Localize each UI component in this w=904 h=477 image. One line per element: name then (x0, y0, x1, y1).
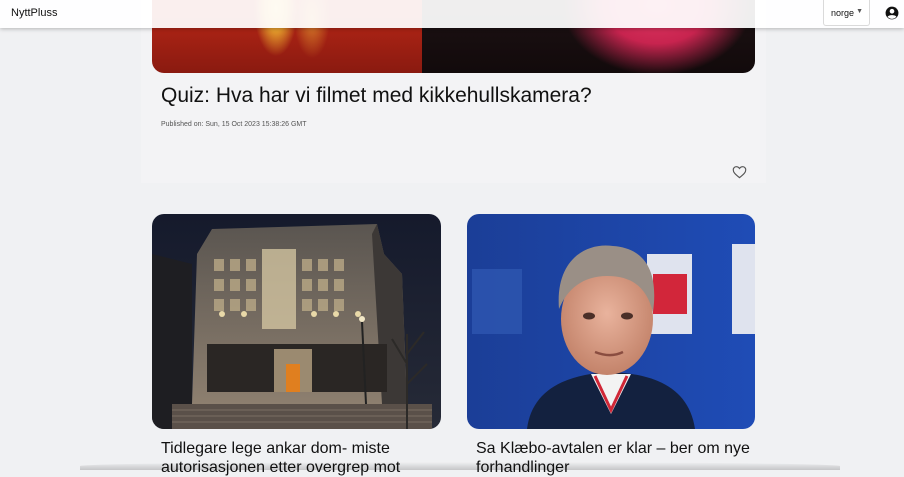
article-image-courthouse[interactable] (152, 214, 441, 429)
brand-logo[interactable]: NyttPluss (11, 7, 57, 19)
article-title[interactable]: Sa Klæbo-avtalen er klar – ber om nye fo… (476, 439, 756, 477)
hero-published-date: Published on: Sun, 15 Oct 2023 15:38:26 … (161, 121, 307, 128)
article-image-portrait[interactable] (467, 214, 755, 429)
courthouse-photo (152, 214, 441, 429)
bottom-shadow (80, 462, 840, 470)
top-bar: NyttPluss norge ▼ (0, 0, 904, 28)
region-select[interactable]: norge ▼ (823, 0, 870, 26)
account-circle-icon[interactable] (885, 6, 899, 20)
region-select-value: norge (831, 8, 855, 18)
article-title[interactable]: Tidlegare lege ankar dom- miste autorisa… (161, 439, 441, 477)
portrait-photo (467, 214, 755, 429)
hero-article-title[interactable]: Quiz: Hva har vi filmet med kikkehullska… (161, 84, 592, 108)
caret-down-icon: ▼ (856, 8, 863, 15)
heart-outline-icon[interactable] (732, 165, 747, 179)
